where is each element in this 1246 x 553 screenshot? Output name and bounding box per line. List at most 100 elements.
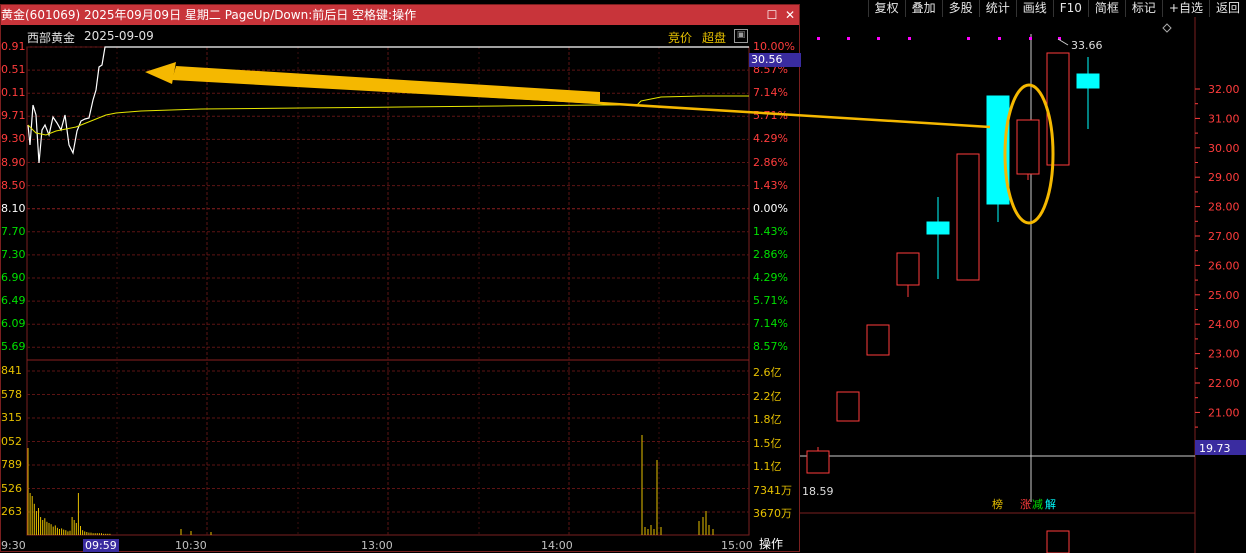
price-label: 5.69	[1, 340, 26, 354]
pct-label: 2.86%	[753, 247, 788, 261]
pct-label: 8.57%	[753, 340, 788, 354]
toolbar-item-5[interactable]: F10	[1052, 0, 1088, 17]
axis-price-label: 29.00	[1208, 171, 1240, 184]
axis-price-label: 23.00	[1208, 348, 1240, 361]
candle-up	[1046, 52, 1070, 166]
axis-price-label: 30.00	[1208, 142, 1240, 155]
toolbar-item-9[interactable]: 返回	[1208, 0, 1246, 17]
time-label: 9:30	[1, 539, 26, 552]
signal-dot	[877, 37, 880, 40]
axis-price-label: 27.00	[1208, 230, 1240, 243]
volume-unit-label: 1.1亿	[753, 460, 782, 473]
price-label: 6.49	[1, 294, 26, 308]
price-label: 7.70	[1, 224, 26, 238]
signal-dot	[817, 37, 820, 40]
volume-label: 526	[1, 481, 22, 495]
time-label: 15:00	[721, 539, 753, 552]
volume-unit-label: 3670万	[753, 507, 792, 520]
axis-price-label: 24.00	[1208, 318, 1240, 331]
pct-label: 1.43%	[753, 178, 788, 192]
candle-up	[1016, 119, 1040, 175]
high-label-leader	[1057, 38, 1069, 46]
volume-unit-label: 7341万	[753, 483, 792, 497]
event-tag[interactable]: 涨	[1020, 498, 1031, 511]
signal-dot	[998, 37, 1001, 40]
pct-label: 0.00%	[753, 201, 788, 215]
volume-unit-label: 2.6亿	[753, 366, 782, 379]
price-label: 6.90	[1, 271, 26, 284]
toolbar-item-7[interactable]: 标记	[1124, 0, 1162, 17]
signal-dot	[908, 37, 911, 40]
price-label: 8.90	[1, 155, 26, 169]
time-label: 10:30	[175, 539, 207, 552]
price-label: 8.10	[1, 201, 26, 215]
candle-down	[926, 221, 950, 235]
intraday-popup-window[interactable]: 黄金(601069) 2025年09月09日 星期二 PageUp/Down:前…	[0, 4, 801, 552]
time-label: 14:00	[541, 539, 573, 552]
price-label: 8.50	[1, 178, 26, 192]
pct-label: 4.29%	[753, 271, 788, 284]
candle-up	[956, 153, 980, 281]
operate-button[interactable]: 操作	[759, 535, 783, 552]
toolbar-item-4[interactable]: 画线	[1015, 0, 1053, 17]
signal-dot	[967, 37, 970, 40]
candle-up	[896, 252, 920, 286]
toolbar-item-3[interactable]: 统计	[978, 0, 1016, 17]
price-label: 9.71	[1, 109, 26, 123]
chart-frame	[26, 46, 750, 536]
price-label: 0.51	[1, 63, 26, 77]
signal-dot	[847, 37, 850, 40]
volume-unit-label: 2.2亿	[753, 389, 782, 403]
axis-price-label: 22.00	[1208, 377, 1240, 390]
top-toolbar: 复权 叠加 多股 统计 画线 F10 简框 标记 +自选 返回	[802, 0, 1246, 17]
toolbar-item-1[interactable]: 叠加	[904, 0, 942, 17]
candle-up	[836, 391, 860, 422]
event-tag[interactable]: 榜	[992, 497, 1003, 511]
volume-label: 789	[1, 458, 22, 471]
volume-unit-label: 1.8亿	[753, 413, 782, 426]
pct-label: 7.14%	[753, 86, 788, 100]
pct-label: 1.43%	[753, 224, 788, 238]
current-price-tag: 30.56	[749, 53, 801, 67]
pct-label: 10.00%	[753, 40, 795, 53]
pct-label: 7.14%	[753, 317, 788, 331]
volume-label: 841	[1, 364, 22, 377]
pct-label: 5.71%	[753, 294, 788, 308]
toolbar-item-0[interactable]: 复权	[867, 0, 905, 17]
candle-up	[806, 450, 830, 474]
axis-price-label: 25.00	[1208, 289, 1240, 302]
price-label: 7.30	[1, 247, 26, 261]
axis-price-label: 26.00	[1208, 259, 1240, 272]
axis-price-label: 28.00	[1208, 201, 1240, 214]
price-label: 0.91	[1, 40, 26, 53]
kline-chart: 32.00 31.00 30.00 29.00 28.00 27.00 26.00 25.00…	[800, 17, 1246, 553]
toolbar-item-6[interactable]: 简框	[1087, 0, 1125, 17]
axis-price-label: 21.00	[1208, 406, 1240, 419]
toolbar-item-2[interactable]: 多股	[941, 0, 979, 17]
axis-price-label: 32.00	[1208, 83, 1240, 96]
pct-label: 4.29%	[753, 132, 788, 146]
kline-current-price: 19.73	[1199, 442, 1231, 455]
volume-label: 052	[1, 434, 22, 448]
signal-dot	[1029, 37, 1032, 40]
diamond-icon[interactable]	[1162, 23, 1172, 33]
time-label: 13:00	[361, 539, 393, 552]
volume-label: 315	[1, 411, 22, 424]
pct-label: 2.86%	[753, 155, 788, 169]
volume-label: 263	[1, 505, 22, 518]
volume-unit-label: 1.5亿	[753, 436, 782, 450]
intraday-chart	[26, 46, 750, 536]
toolbar-item-8[interactable]: +自选	[1161, 0, 1209, 17]
low-price-label: 18.59	[802, 485, 834, 498]
high-price-label: 33.66	[1071, 39, 1103, 52]
price-label: 0.11	[1, 86, 26, 100]
event-tag[interactable]: 减	[1032, 498, 1043, 511]
candle-up	[866, 324, 890, 356]
volume-candle	[1046, 530, 1070, 553]
candle-down	[1076, 73, 1100, 89]
axis-price-label: 31.00	[1208, 112, 1240, 125]
price-label: 6.09	[1, 317, 26, 331]
volume-label: 578	[1, 387, 22, 401]
price-label: 9.30	[1, 132, 26, 146]
event-tag[interactable]: 解	[1045, 497, 1056, 511]
